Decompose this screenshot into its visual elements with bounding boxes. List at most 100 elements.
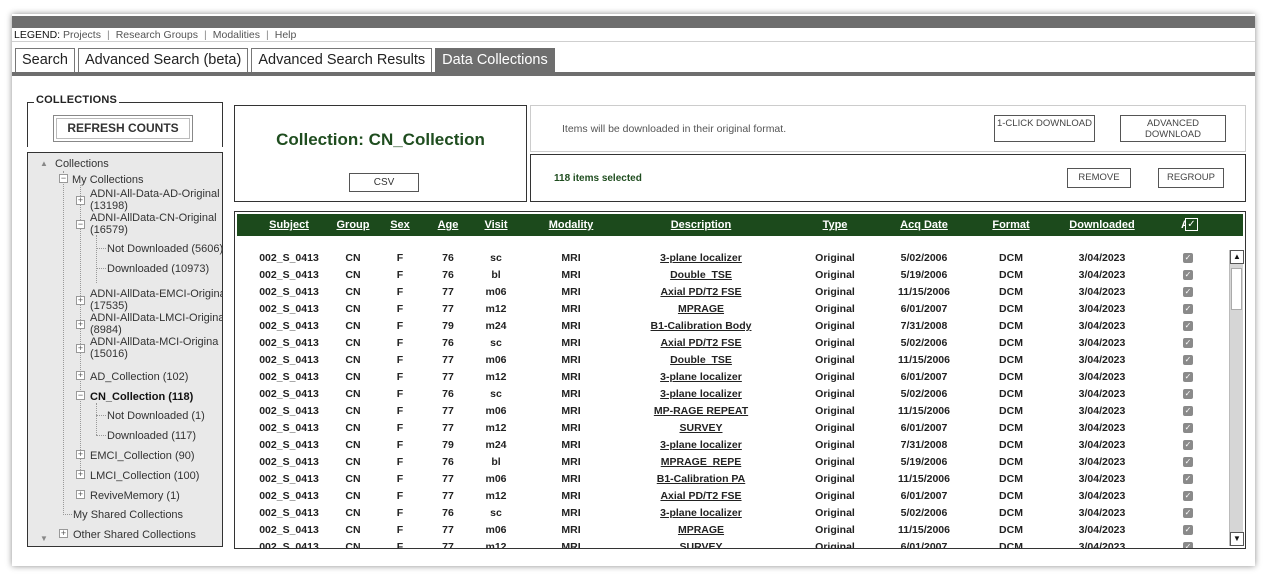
remove-button[interactable]: REMOVE bbox=[1067, 168, 1131, 188]
table-row[interactable]: 002_S_0413 CN F 77 m12 MRI SURVEY Original 6/01/… bbox=[237, 539, 1223, 548]
row-checkbox-icon[interactable]: ✓ bbox=[1183, 355, 1193, 365]
expand-mci-original-icon[interactable]: + bbox=[76, 344, 85, 353]
tree-item-my-shared-collections[interactable]: My Shared Collections bbox=[73, 509, 183, 521]
row-checkbox-icon[interactable]: ✓ bbox=[1183, 304, 1193, 314]
tree-item-adni-mci-original[interactable]: ADNI-AllData-MCI-Origina (15016) bbox=[90, 336, 218, 360]
tree-root-collections[interactable]: Collections bbox=[55, 158, 109, 170]
row-checkbox-icon[interactable]: ✓ bbox=[1183, 440, 1193, 450]
expand-ad-collection-icon[interactable]: + bbox=[76, 371, 85, 380]
cell-description[interactable]: Axial PD/T2 FSE bbox=[631, 490, 771, 502]
expand-revivememory-icon[interactable]: + bbox=[76, 490, 85, 499]
tree-item-adni-emci-original[interactable]: ADNI-AllData-EMCI-Origina (17535) bbox=[90, 288, 222, 312]
table-row[interactable]: 002_S_0413 CN F 76 sc MRI 3-plane localizer Ori… bbox=[237, 386, 1223, 403]
scroll-up-icon[interactable]: ▲ bbox=[1230, 250, 1244, 264]
cell-description[interactable]: MPRAGE_REPE bbox=[631, 456, 771, 468]
row-checkbox-icon[interactable]: ✓ bbox=[1183, 542, 1193, 548]
table-row[interactable]: 002_S_0413 CN F 77 m06 MRI MP-RAGE REPEAT Origi… bbox=[237, 403, 1223, 420]
cell-description[interactable]: Double_TSE bbox=[631, 354, 771, 366]
row-checkbox-icon[interactable]: ✓ bbox=[1183, 457, 1193, 467]
table-row[interactable]: 002_S_0413 CN F 77 m12 MRI Axial PD/T2 FSE Orig… bbox=[237, 488, 1223, 505]
table-row[interactable]: 002_S_0413 CN F 77 m06 MRI MPRAGE Original 11/15… bbox=[237, 522, 1223, 539]
tree-item-lmci-collection[interactable]: LMCI_Collection (100) bbox=[90, 470, 199, 482]
cell-description[interactable]: B1-Calibration PA bbox=[631, 473, 771, 485]
advanced-download-button[interactable]: ADVANCED DOWNLOAD bbox=[1120, 115, 1226, 142]
row-checkbox-icon[interactable]: ✓ bbox=[1183, 270, 1193, 280]
tab-advanced-search[interactable]: Advanced Search (beta) bbox=[77, 48, 249, 72]
tree-item-ad-collection[interactable]: AD_Collection (102) bbox=[90, 371, 188, 383]
tab-data-collections[interactable]: Data Collections bbox=[435, 48, 555, 72]
row-checkbox-icon[interactable]: ✓ bbox=[1183, 287, 1193, 297]
tab-advanced-search-results[interactable]: Advanced Search Results bbox=[251, 48, 433, 72]
scroll-thumb[interactable] bbox=[1231, 268, 1242, 310]
expand-emci-original-icon[interactable]: + bbox=[76, 296, 85, 305]
legend-link-modalities[interactable]: Modalities bbox=[213, 29, 260, 41]
tree-item-emci-collection[interactable]: EMCI_Collection (90) bbox=[90, 450, 195, 462]
table-row[interactable]: 002_S_0413 CN F 79 m24 MRI B1-Calibration Body… bbox=[237, 318, 1223, 335]
table-row[interactable]: 002_S_0413 CN F 77 m12 MRI 3-plane localizer Or… bbox=[237, 369, 1223, 386]
row-checkbox-icon[interactable]: ✓ bbox=[1183, 389, 1193, 399]
cell-description[interactable]: SURVEY bbox=[631, 422, 771, 434]
tree-item-cn-original-not-downloaded[interactable]: Not Downloaded (5606) bbox=[107, 243, 222, 255]
table-row[interactable]: 002_S_0413 CN F 77 m06 MRI Double_TSE Original 1… bbox=[237, 352, 1223, 369]
cell-description[interactable]: B1-Calibration Body bbox=[631, 320, 771, 332]
one-click-download-button[interactable]: 1-CLICK DOWNLOAD bbox=[994, 115, 1095, 142]
tree-item-adni-ad-original[interactable]: ADNI-All-Data-AD-Original (13198) bbox=[90, 188, 220, 212]
table-row[interactable]: 002_S_0413 CN F 76 sc MRI 3-plane localizer Ori… bbox=[237, 505, 1223, 522]
tree-item-cn-downloaded[interactable]: Downloaded (117) bbox=[107, 430, 196, 442]
row-checkbox-icon[interactable]: ✓ bbox=[1183, 406, 1193, 416]
tree-item-adni-cn-original[interactable]: ADNI-AllData-CN-Original (16579) bbox=[90, 212, 217, 236]
csv-button[interactable]: CSV bbox=[349, 173, 419, 192]
collapse-triangle-icon[interactable]: ▲ bbox=[40, 159, 48, 168]
expand-emci-collection-icon[interactable]: + bbox=[76, 450, 85, 459]
cell-description[interactable]: MPRAGE bbox=[631, 524, 771, 536]
row-checkbox-icon[interactable]: ✓ bbox=[1183, 525, 1193, 535]
legend-link-projects[interactable]: Projects bbox=[63, 29, 101, 41]
row-checkbox-icon[interactable]: ✓ bbox=[1183, 372, 1193, 382]
expand-lmci-original-icon[interactable]: + bbox=[76, 320, 85, 329]
cell-description[interactable]: 3-plane localizer bbox=[631, 507, 771, 519]
table-row[interactable]: 002_S_0413 CN F 76 bl MRI MPRAGE_REPE Original 5… bbox=[237, 454, 1223, 471]
tree-item-cn-not-downloaded[interactable]: Not Downloaded (1) bbox=[107, 410, 205, 422]
cell-description[interactable]: Double_TSE bbox=[631, 269, 771, 281]
table-row[interactable]: 002_S_0413 CN F 76 bl MRI Double_TSE Original 5/… bbox=[237, 267, 1223, 284]
tree-item-cn-collection[interactable]: CN_Collection (118) bbox=[90, 391, 193, 403]
tree-my-collections[interactable]: My Collections bbox=[72, 174, 144, 186]
column-header-description[interactable]: Description bbox=[641, 219, 761, 231]
cell-description[interactable]: 3-plane localizer bbox=[631, 252, 771, 264]
cell-description[interactable]: 3-plane localizer bbox=[631, 439, 771, 451]
table-row[interactable]: 002_S_0413 CN F 77 m06 MRI B1-Calibration PA Or… bbox=[237, 471, 1223, 488]
refresh-counts-button[interactable]: REFRESH COUNTS bbox=[53, 115, 193, 142]
row-checkbox-icon[interactable]: ✓ bbox=[1183, 491, 1193, 501]
tree-item-other-shared-collections[interactable]: Other Shared Collections bbox=[73, 529, 196, 541]
cell-description[interactable]: 3-plane localizer bbox=[631, 371, 771, 383]
tree-item-adni-lmci-original[interactable]: ADNI-AllData-LMCI-Origina (8984) bbox=[90, 312, 222, 336]
expand-other-shared-icon[interactable]: + bbox=[59, 529, 68, 538]
cell-description[interactable]: MPRAGE bbox=[631, 303, 771, 315]
row-checkbox-icon[interactable]: ✓ bbox=[1183, 253, 1193, 263]
table-row[interactable]: 002_S_0413 CN F 76 sc MRI Axial PD/T2 FSE Origi… bbox=[237, 335, 1223, 352]
cell-description[interactable]: 3-plane localizer bbox=[631, 388, 771, 400]
expand-lmci-collection-icon[interactable]: + bbox=[76, 470, 85, 479]
table-row[interactable]: 002_S_0413 CN F 76 sc MRI 3-plane localizer Ori… bbox=[237, 250, 1223, 267]
select-all-checkbox-icon[interactable]: ✓ bbox=[1185, 218, 1198, 231]
cell-description[interactable]: MP-RAGE REPEAT bbox=[631, 405, 771, 417]
table-row[interactable]: 002_S_0413 CN F 79 m24 MRI 3-plane localizer Or… bbox=[237, 437, 1223, 454]
tab-search[interactable]: Search bbox=[15, 48, 75, 72]
table-row[interactable]: 002_S_0413 CN F 77 m12 MRI MPRAGE Original 6/01/… bbox=[237, 301, 1223, 318]
cell-description[interactable]: SURVEY bbox=[631, 541, 771, 548]
scroll-down-icon[interactable]: ▼ bbox=[1230, 532, 1244, 546]
collapse-cn-collection-icon[interactable]: − bbox=[76, 391, 85, 400]
row-checkbox-icon[interactable]: ✓ bbox=[1183, 321, 1193, 331]
table-scrollbar[interactable]: ▲ ▼ bbox=[1229, 250, 1244, 546]
table-row[interactable]: 002_S_0413 CN F 77 m06 MRI Axial PD/T2 FSE Orig… bbox=[237, 284, 1223, 301]
row-checkbox-icon[interactable]: ✓ bbox=[1183, 423, 1193, 433]
tree-item-revivememory[interactable]: ReviveMemory (1) bbox=[90, 490, 180, 502]
regroup-button[interactable]: REGROUP bbox=[1158, 168, 1224, 188]
expand-ad-original-icon[interactable]: + bbox=[76, 196, 85, 205]
legend-link-help[interactable]: Help bbox=[275, 29, 297, 41]
column-header-modality[interactable]: Modality bbox=[511, 219, 631, 231]
cell-description[interactable]: Axial PD/T2 FSE bbox=[631, 286, 771, 298]
row-checkbox-icon[interactable]: ✓ bbox=[1183, 508, 1193, 518]
table-row[interactable]: 002_S_0413 CN F 77 m12 MRI SURVEY Original 6/01/… bbox=[237, 420, 1223, 437]
collapse-cn-original-icon[interactable]: − bbox=[76, 220, 85, 229]
